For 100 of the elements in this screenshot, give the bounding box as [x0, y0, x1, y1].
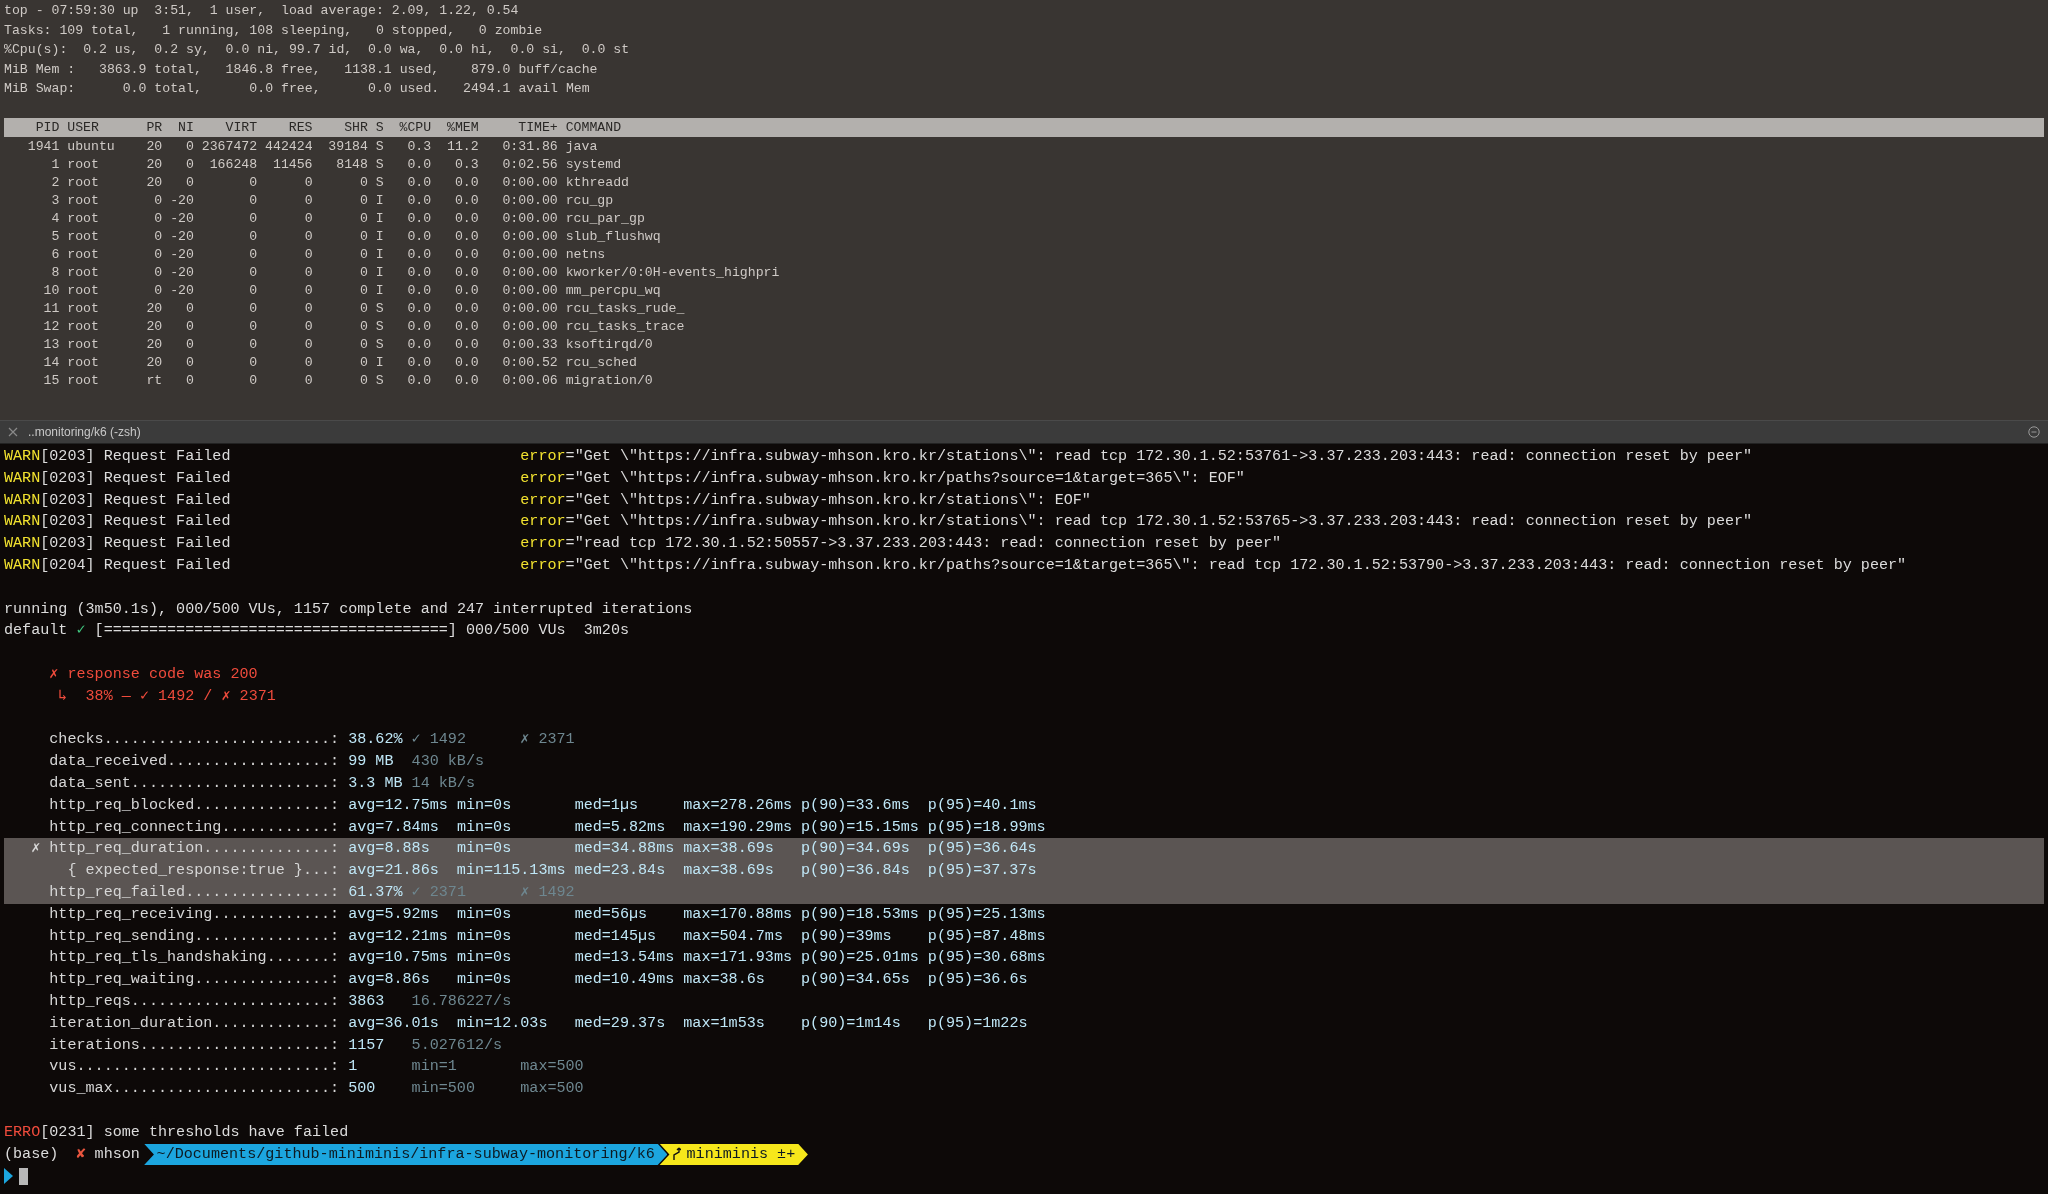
- table-cell: 0.0: [454, 317, 479, 336]
- table-cell: 0: [249, 173, 258, 192]
- status-mark: ✘: [76, 1143, 86, 1165]
- table-cell: 0.0: [407, 155, 432, 174]
- table-cell: 0: [360, 371, 368, 390]
- table-cell: root: [67, 281, 99, 300]
- metric-value: p(95)=37.37s: [927, 860, 1037, 882]
- table-cell: 0.0: [407, 245, 432, 264]
- metric-value: min=115.13ms: [456, 860, 567, 882]
- metric-value: p(90)=34.69s: [801, 838, 911, 860]
- log-message: [0204] Request Failed: [40, 555, 231, 576]
- branch-segment: miniminis ±+: [659, 1143, 808, 1166]
- table-cell: 0.0: [407, 209, 432, 228]
- table-cell: 0: [304, 371, 313, 390]
- table-cell: root: [67, 227, 99, 246]
- metric-value: p(90)=36.84s: [801, 860, 911, 882]
- table-cell: S: [375, 173, 384, 192]
- metric-name: checks.........................:: [49, 729, 340, 751]
- metric-name: http_req_failed................:: [49, 881, 340, 903]
- table-cell: 0: [249, 281, 258, 300]
- more-icon[interactable]: [2028, 426, 2040, 438]
- metric-value: p(90)=34.65s: [801, 969, 911, 991]
- table-cell: 2367472: [201, 137, 258, 156]
- log-value: ="Get \"https://infra.subway-mhson.kro.kr/stations\": EOF": [565, 489, 1091, 511]
- log-message: [0203] Request Failed: [40, 533, 231, 555]
- table-cell: 0: [304, 209, 313, 228]
- log-level: WARN: [4, 511, 41, 533]
- metric-value: min=0s: [456, 816, 513, 838]
- metric-value: max=190.29ms: [683, 816, 793, 838]
- table-cell: 0.0: [454, 227, 479, 246]
- table-cell: 0:00.52: [502, 353, 558, 372]
- column-header: USER: [67, 118, 99, 137]
- metric-name: http_req_tls_handshaking.......:: [49, 947, 340, 969]
- table-cell: 0: [360, 173, 368, 192]
- check-detail: ↳ 38% — ✓ 1492 / ✗ 2371: [58, 685, 276, 707]
- table-cell: 0.0: [454, 299, 479, 318]
- log-level: WARN: [4, 555, 41, 576]
- table-cell: -20: [170, 191, 194, 210]
- summary-line: MiB Swap: 0.0 total, 0.0 free, 0.0 used. 2494.1 avail Mem: [4, 80, 590, 99]
- table-cell: 0.3: [454, 155, 479, 174]
- table-cell: kthreadd: [565, 173, 629, 192]
- metric-name: http_req_blocked...............:: [49, 794, 340, 816]
- table-cell: 0:31.86: [502, 137, 558, 156]
- table-cell: 5: [51, 227, 60, 246]
- metric-value: p(95)=40.1ms: [927, 794, 1037, 816]
- table-cell: 0.0: [407, 317, 432, 336]
- close-icon[interactable]: [8, 427, 18, 437]
- pane-tab[interactable]: ..monitoring/k6 (-zsh): [0, 420, 2048, 444]
- table-cell: 0: [360, 209, 368, 228]
- metric-value: max=500: [520, 1056, 584, 1078]
- table-cell: 10: [43, 281, 60, 300]
- metric-value: med=10.49ms: [574, 969, 676, 991]
- table-cell: 166248: [209, 155, 258, 174]
- table-cell: ubuntu: [67, 137, 115, 156]
- table-cell: root: [67, 155, 99, 174]
- table-cell: root: [67, 299, 99, 318]
- metric-name: { expected_response:true }...:: [67, 860, 340, 882]
- table-cell: 0: [249, 191, 258, 210]
- table-cell: 20: [146, 155, 163, 174]
- table-cell: rcu_gp: [565, 191, 614, 210]
- metric-value: 3.3 MB: [348, 772, 404, 794]
- metric-name: iterations.....................:: [49, 1034, 340, 1056]
- table-cell: -20: [170, 227, 194, 246]
- metric-value: max=38.69s: [683, 838, 775, 860]
- table-cell: rcu_par_gp: [565, 209, 645, 228]
- metric-value: max=504.7ms: [683, 925, 784, 947]
- metric-value: p(95)=36.64s: [927, 838, 1037, 860]
- table-cell: systemd: [565, 155, 622, 174]
- metric-value: min=0s: [456, 903, 513, 925]
- table-cell: S: [375, 155, 384, 174]
- table-cell: 0: [304, 227, 313, 246]
- table-cell: 13: [43, 335, 60, 354]
- metric-name: http_req_duration..............:: [49, 838, 340, 860]
- table-cell: root: [67, 353, 99, 372]
- table-cell: 0.0: [454, 371, 479, 390]
- table-cell: rcu_tasks_trace: [565, 317, 685, 336]
- run-status: running (3m50.1s), 000/500 VUs, 1157 complete and 247 interrupted iterations: [4, 598, 693, 620]
- table-cell: kworker/0:0H-events_highpri: [565, 263, 780, 282]
- metric-value: max=171.93ms: [683, 947, 793, 969]
- failed-mark: ✗: [49, 663, 59, 685]
- metric-value: med=5.82ms: [574, 816, 667, 838]
- metric-value: p(95)=25.13ms: [927, 903, 1046, 925]
- log-level: ERRO: [4, 1121, 41, 1143]
- table-cell: 15: [43, 371, 60, 390]
- table-cell: 0.0: [407, 335, 432, 354]
- metric-value: ✓ 2371: [411, 881, 467, 903]
- check-mark: ✓: [76, 620, 86, 642]
- user-name: mhson: [94, 1143, 140, 1165]
- metric-value: avg=7.84ms: [348, 816, 440, 838]
- table-cell: 0: [304, 335, 313, 354]
- log-value: ="Get \"https://infra.subway-mhson.kro.kr/stations\": read tcp 172.30.1.52:53765->3.37.233.203:443: read: connection reset by peer": [565, 511, 1753, 533]
- table-cell: 0: [154, 209, 163, 228]
- table-cell: root: [67, 317, 99, 336]
- cursor: [19, 1167, 29, 1185]
- metric-value: p(90)=1m14s: [801, 1012, 902, 1034]
- table-cell: java: [565, 137, 598, 156]
- tab-title: ..monitoring/k6 (-zsh): [28, 425, 142, 439]
- metric-value: avg=12.75ms: [348, 794, 449, 816]
- metric-value: p(95)=87.48ms: [927, 925, 1046, 947]
- table-cell: root: [67, 371, 99, 390]
